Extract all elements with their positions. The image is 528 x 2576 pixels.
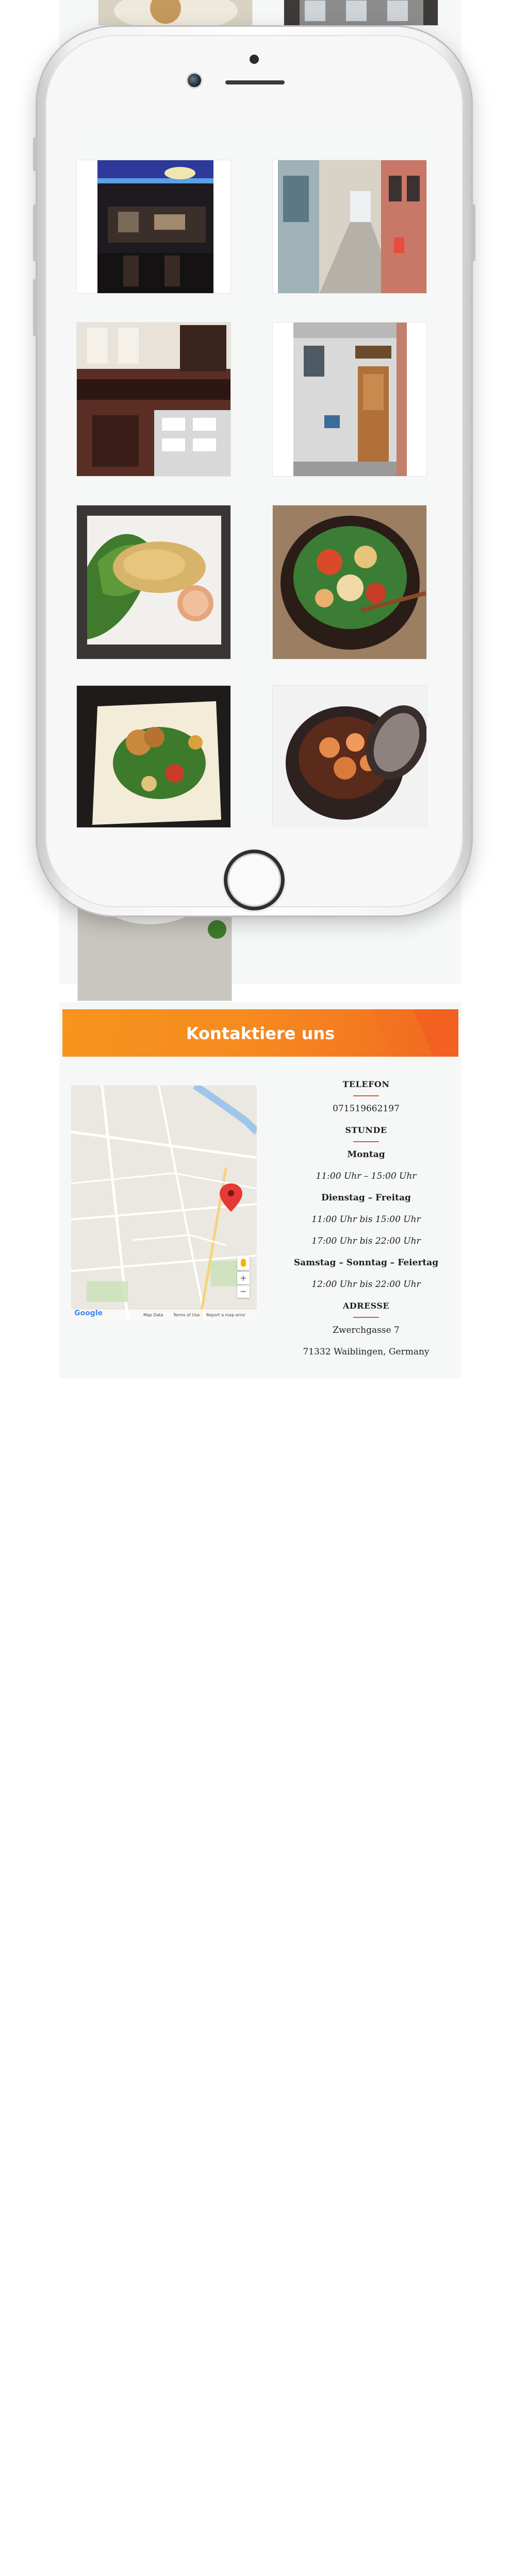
gallery-photo-salad[interactable] (76, 685, 231, 827)
tue-fri-label: Dienstag – Freitag (321, 1193, 411, 1203)
mute-switch (33, 138, 37, 171)
address-city: 71332 Waiblingen, Germany (303, 1347, 430, 1357)
phone-number[interactable]: 071519662197 (276, 1104, 456, 1114)
phone-mockup (33, 27, 475, 916)
address-divider (353, 1317, 379, 1318)
gallery-photo-top-right[interactable] (284, 0, 438, 26)
gallery-photo-restaurant-interior[interactable] (76, 160, 231, 294)
terms-of-use-link[interactable]: Terms of Use (173, 1313, 200, 1317)
gallery-photo-dining-room[interactable] (76, 322, 231, 477)
street-view-pegman-icon[interactable] (237, 1256, 250, 1270)
monday-hours: 11:00 Uhr – 15:00 Uhr (316, 1171, 417, 1181)
monday-label: Montag (347, 1149, 385, 1160)
tue-fri-dinner-hours: 17:00 Uhr bis 22:00 Uhr (311, 1236, 421, 1246)
gallery-photo-shrimp-pot[interactable] (272, 685, 427, 827)
hours-heading: STUNDE (345, 1125, 387, 1135)
phone-divider (353, 1095, 379, 1096)
weekend-label: Samstag – Sonntag – Feiertag (293, 1258, 439, 1268)
zoom-in-button[interactable]: + (237, 1272, 250, 1284)
report-map-error-link[interactable]: Report a map error (206, 1313, 245, 1317)
phone-heading: TELEFON (342, 1079, 390, 1089)
google-map[interactable]: Google Map Data Terms of Use Report a ma… (71, 1086, 257, 1320)
contact-section: Kontaktiere uns Google Map Data Terms of… (59, 1002, 461, 1378)
tue-fri-lunch-hours: 11:00 Uhr bis 15:00 Uhr (311, 1214, 421, 1225)
contact-title: Kontaktiere uns (186, 1024, 335, 1043)
earpiece-speaker (225, 80, 285, 84)
gallery-photo-street[interactable] (272, 160, 427, 294)
gallery-photo-stir-fry[interactable] (272, 505, 427, 659)
proximity-sensor (250, 55, 259, 64)
google-logo: Google (74, 1309, 103, 1317)
weekend-hours: 12:00 Uhr bis 22:00 Uhr (311, 1279, 421, 1290)
power-button (471, 205, 475, 261)
volume-up-button (33, 205, 37, 261)
contact-info: TELEFON 071519662197 STUNDE Montag 11:00… (276, 1079, 456, 1368)
gallery-photo-top-left[interactable] (98, 0, 253, 26)
home-button[interactable] (224, 850, 285, 910)
hours-divider (353, 1141, 379, 1142)
address-street: Zwerchgasse 7 (333, 1325, 400, 1335)
zoom-out-button[interactable]: − (237, 1285, 250, 1298)
contact-header: Kontaktiere uns (62, 1009, 458, 1057)
address-heading: ADRESSE (342, 1301, 390, 1311)
gallery-photo-entrance[interactable] (272, 322, 427, 477)
map-data-link[interactable]: Map Data (143, 1313, 163, 1317)
phone-screen (76, 124, 432, 827)
front-camera-icon (188, 74, 201, 87)
volume-down-button (33, 279, 37, 336)
gallery-photo-pancake-dish[interactable] (76, 505, 231, 659)
